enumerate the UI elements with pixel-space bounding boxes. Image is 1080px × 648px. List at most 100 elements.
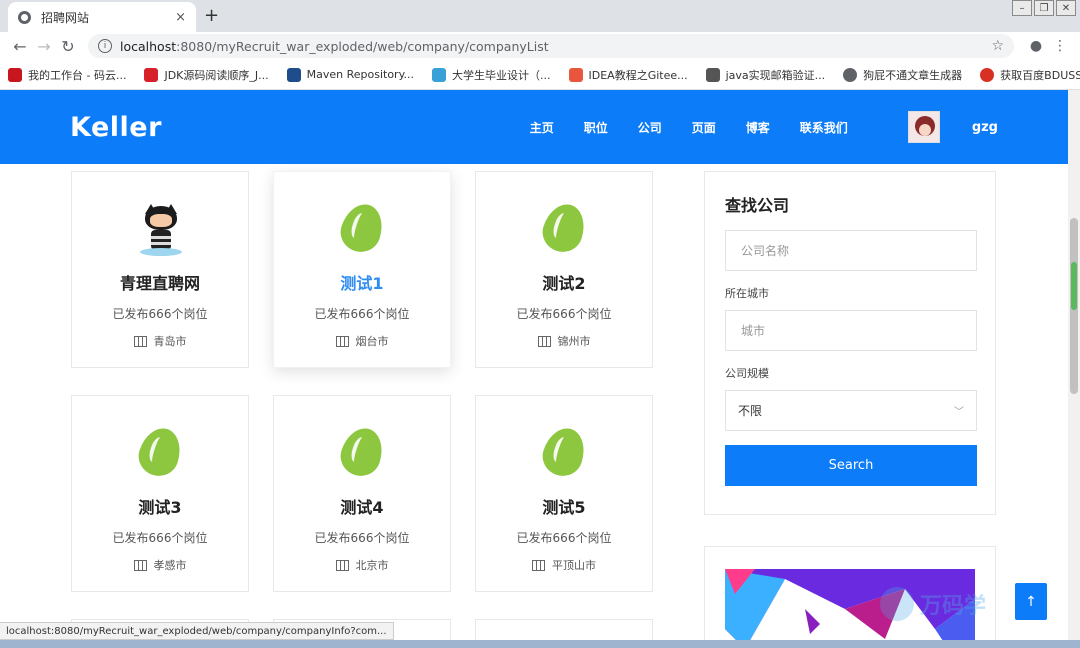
minimize-icon[interactable]: –	[1012, 0, 1032, 16]
browser-tabbar: 招聘网站 × + – ❐ ✕	[0, 0, 1080, 32]
map-icon	[335, 335, 349, 347]
nav-jobs[interactable]: 职位	[584, 119, 608, 136]
main-nav: 主页 职位 公司 页面 博客 联系我们	[500, 119, 848, 136]
bookmark-favicon-icon	[8, 67, 22, 82]
browser-tab[interactable]: 招聘网站 ×	[8, 2, 196, 32]
bookmark-label: java实现邮箱验证...	[725, 68, 826, 82]
watermark: 万码学	[880, 587, 986, 621]
map-icon	[133, 559, 147, 571]
bookmark-item[interactable]: Maven Repository...	[286, 67, 414, 82]
url-host: localhost	[120, 38, 177, 54]
company-city: 孝感市	[72, 557, 248, 573]
tab-title: 招聘网站	[41, 10, 90, 25]
evernote-leaf-icon	[335, 422, 389, 482]
company-city-label: 烟台市	[355, 335, 389, 348]
username[interactable]: gzg	[972, 120, 998, 135]
nav-companies[interactable]: 公司	[638, 119, 662, 136]
bookmark-label: 大学生毕业设计（...	[452, 68, 551, 82]
bookmark-label: JDK源码阅读顺序_J...	[164, 68, 269, 82]
browser-toolbar: ← → ↻ i localhost:8080/myRecruit_war_exp…	[0, 32, 1080, 60]
bookmark-item[interactable]: IDEA教程之Gitee...	[568, 67, 688, 83]
evernote-leaf-icon	[335, 198, 389, 258]
company-city-label: 北京市	[355, 559, 389, 572]
company-name[interactable]: 测试1	[274, 270, 450, 294]
bookmark-label: 获取百度BDUSS	[1000, 68, 1080, 82]
back-to-top-button[interactable]: ↑	[1015, 583, 1047, 620]
bookmark-item[interactable]: 获取百度BDUSS	[980, 67, 1080, 83]
watermark-logo-icon	[880, 587, 914, 621]
company-city: 北京市	[274, 557, 450, 573]
company-jobs-count: 已发布666个岗位	[314, 531, 410, 545]
bookmark-item[interactable]: 我的工作台 - 码云...	[8, 67, 126, 83]
page-scrollbar[interactable]	[1068, 90, 1080, 648]
reload-icon[interactable]: ↻	[56, 37, 80, 56]
nav-home[interactable]: 主页	[530, 119, 554, 136]
restore-icon[interactable]: ❐	[1034, 0, 1054, 16]
company-size-select[interactable]: 不限 ﹀	[725, 390, 977, 431]
site-logo[interactable]: Keller	[70, 112, 162, 143]
bookmark-star-icon[interactable]: ☆	[991, 38, 1004, 54]
company-card[interactable]: 测试1 已发布666个岗位 烟台市	[273, 171, 451, 368]
company-name[interactable]: 测试3	[72, 494, 248, 518]
globe-icon	[18, 10, 31, 24]
evernote-leaf-icon	[537, 422, 591, 482]
account-icon[interactable]: ●	[1024, 38, 1048, 54]
nav-blog[interactable]: 博客	[746, 119, 770, 136]
bookmark-favicon-icon	[568, 67, 583, 82]
octocat-icon	[138, 204, 182, 256]
avatar[interactable]	[907, 111, 940, 143]
evernote-leaf-icon	[537, 198, 591, 258]
new-tab-button[interactable]: +	[204, 5, 219, 26]
company-card[interactable]: 测试4 已发布666个岗位 北京市	[273, 395, 451, 592]
company-city-label: 锦州市	[557, 335, 591, 348]
company-card[interactable]: 测试3 已发布666个岗位 孝感市	[71, 395, 249, 592]
company-jobs-count: 已发布666个岗位	[112, 531, 208, 545]
company-search-panel: 查找公司 公司名称 所在城市 城市 公司规模 不限 ﹀ Search	[704, 171, 996, 515]
company-jobs-count: 已发布666个岗位	[112, 307, 208, 321]
window-controls: – ❐ ✕	[1010, 0, 1076, 16]
chevron-down-icon: ﹀	[954, 407, 964, 418]
city-input[interactable]: 城市	[725, 310, 977, 351]
os-taskbar	[0, 640, 1080, 648]
company-name[interactable]: 测试5	[476, 494, 652, 518]
nav-contact[interactable]: 联系我们	[800, 119, 848, 136]
info-icon[interactable]: i	[98, 39, 112, 53]
close-tab-icon[interactable]: ×	[175, 10, 186, 25]
company-card[interactable]: 青理直聘网 已发布666个岗位 青岛市	[71, 171, 249, 368]
bookmarks-bar: 我的工作台 - 码云... JDK源码阅读顺序_J... Maven Repos…	[0, 60, 1080, 90]
company-name[interactable]: 青理直聘网	[72, 270, 248, 294]
bookmark-favicon-icon	[705, 67, 720, 82]
company-name[interactable]: 测试2	[476, 270, 652, 294]
company-name-input[interactable]: 公司名称	[725, 230, 977, 271]
site-header: Keller 主页 职位 公司 页面 博客 联系我们 gzg	[0, 90, 1068, 164]
bookmark-item[interactable]: java实现邮箱验证...	[705, 67, 826, 83]
url-path: :8080/myRecruit_war_exploded/web/company…	[176, 38, 549, 54]
company-city: 平顶山市	[476, 557, 652, 573]
nav-pages[interactable]: 页面	[692, 119, 716, 136]
close-window-icon[interactable]: ✕	[1056, 0, 1076, 16]
company-card[interactable]: 测试5 已发布666个岗位 平顶山市	[475, 395, 653, 592]
bookmark-item[interactable]: JDK源码阅读顺序_J...	[144, 67, 269, 83]
forward-icon[interactable]: →	[32, 37, 56, 56]
bookmark-favicon-icon	[843, 67, 858, 82]
bookmark-favicon-icon	[286, 67, 301, 82]
city-label: 所在城市	[725, 287, 769, 300]
bookmark-label: IDEA教程之Gitee...	[588, 68, 688, 82]
company-city: 青岛市	[72, 333, 248, 349]
watermark-text: 万码学	[920, 594, 987, 619]
address-bar[interactable]: i localhost:8080/myRecruit_war_exploded/…	[88, 34, 1014, 58]
menu-icon[interactable]: ⋮	[1048, 38, 1072, 54]
search-panel-title: 查找公司	[725, 196, 790, 215]
bookmark-item[interactable]: 狗屁不通文章生成器	[843, 67, 962, 83]
bookmark-item[interactable]: 大学生毕业设计（...	[432, 67, 551, 83]
back-icon[interactable]: ←	[8, 37, 32, 56]
company-jobs-count: 已发布666个岗位	[314, 307, 410, 321]
search-button[interactable]: Search	[725, 445, 977, 486]
company-jobs-count: 已发布666个岗位	[516, 531, 612, 545]
company-name[interactable]: 测试4	[274, 494, 450, 518]
site-viewport: Keller 主页 职位 公司 页面 博客 联系我们 gzg 青理直聘网 已发布…	[0, 90, 1068, 648]
company-city: 烟台市	[274, 333, 450, 349]
company-city: 锦州市	[476, 333, 652, 349]
bookmark-favicon-icon	[432, 67, 447, 82]
company-card[interactable]: 测试2 已发布666个岗位 锦州市	[475, 171, 653, 368]
